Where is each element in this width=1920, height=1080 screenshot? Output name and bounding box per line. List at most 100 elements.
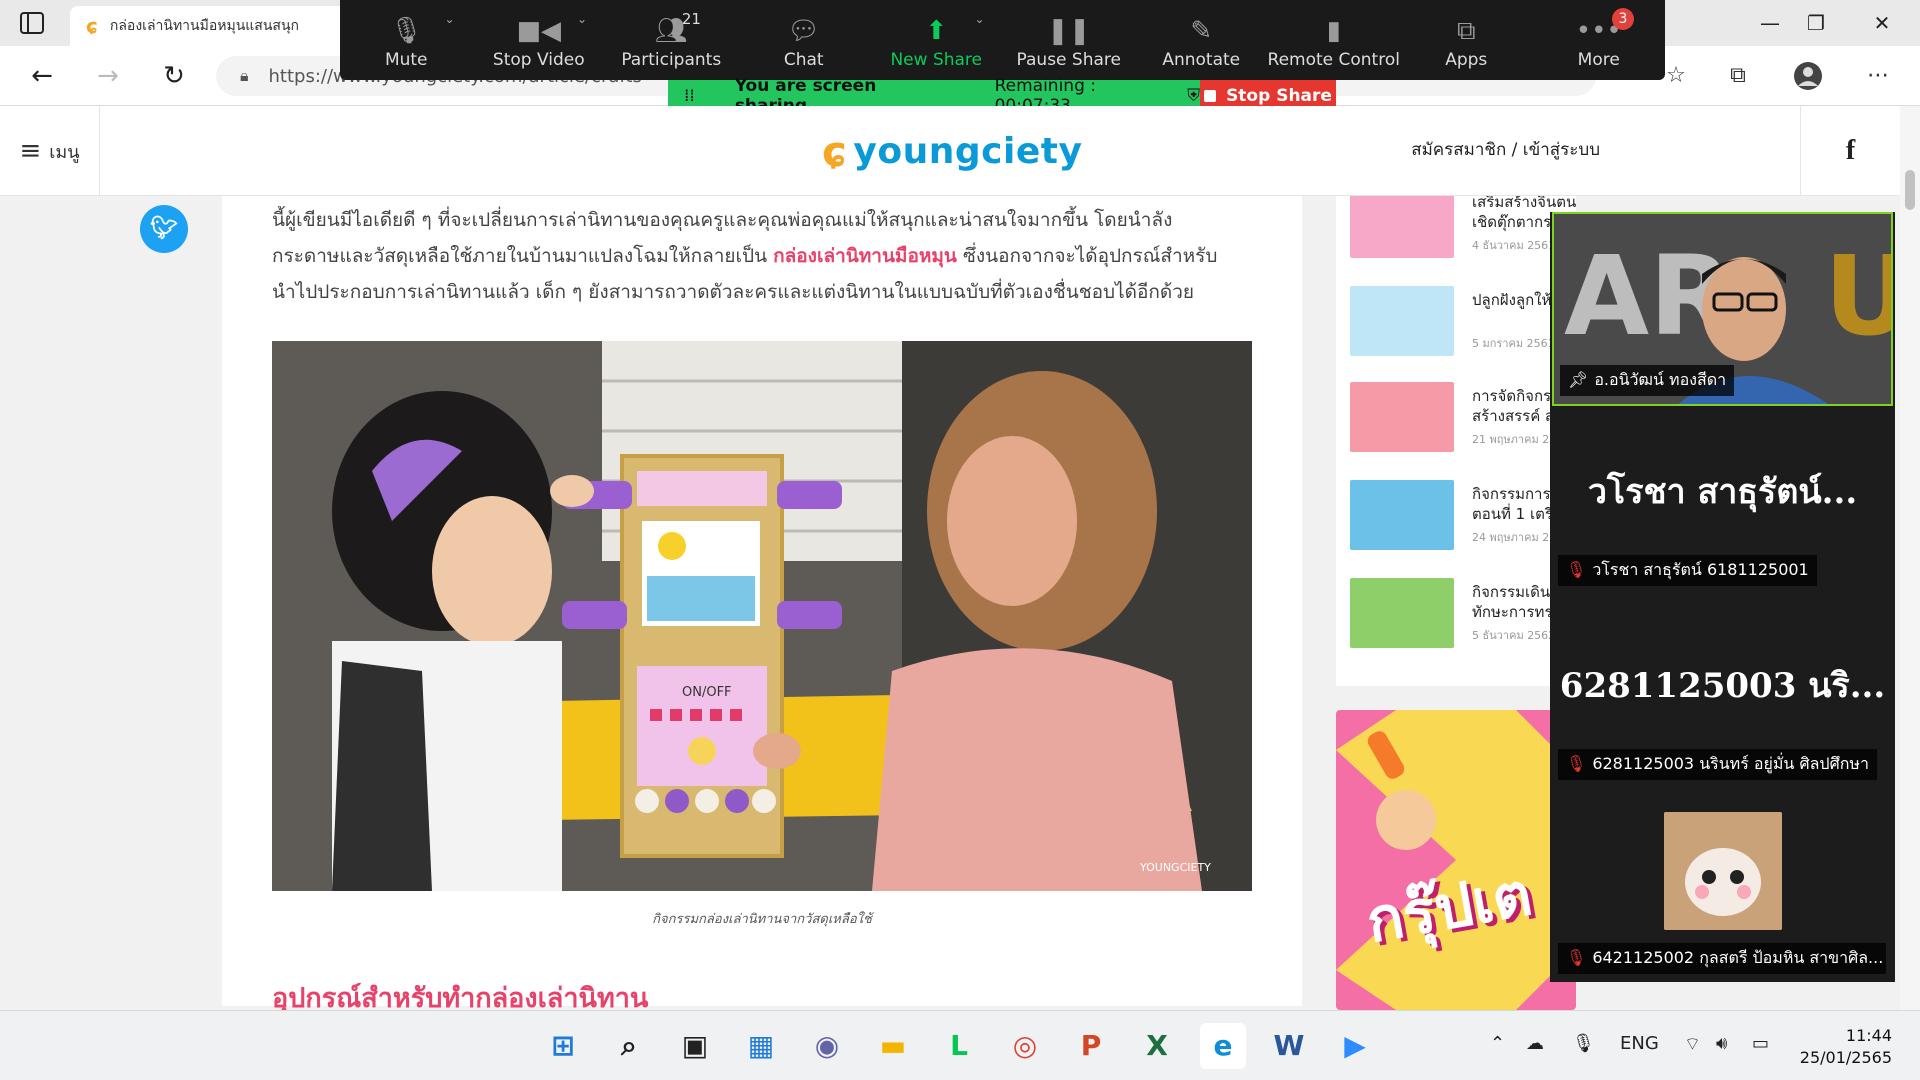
page-scrollbar[interactable] xyxy=(1900,106,1920,1010)
article-body: นี้ผู้เขียนมีไอเดียดี ๆ ที่จะเปลี่ยนการเ… xyxy=(222,196,1302,1014)
word-icon[interactable]: W xyxy=(1266,1023,1312,1069)
widgets-icon[interactable]: ▦ xyxy=(738,1023,784,1069)
chrome-icon[interactable]: ◎ xyxy=(1002,1023,1048,1069)
related-article-item[interactable]: การจัดกิจกร สร้างสรรค์ ส 21 พฤษภาคม 2 xyxy=(1350,382,1576,462)
scrollbar-thumb[interactable] xyxy=(1905,170,1915,210)
apps-button[interactable]: ⧉ Apps xyxy=(1400,0,1533,80)
restore-icon[interactable]: ❐ xyxy=(1796,8,1836,38)
stop-video-label: Stop Video xyxy=(492,50,585,70)
participant-nametag: 🎙︎ 6421125002 กุลสตรี ป้อมหิน สาขาศิล... xyxy=(1558,943,1886,974)
line-app-icon[interactable]: L xyxy=(936,1023,982,1069)
mute-button[interactable]: 🎙︎ Mute ⌄ xyxy=(340,0,473,80)
related-article-item[interactable]: เสริมสร้างจินตนาการ ด้วยหุ่นเชิดตุ๊กตากร… xyxy=(1350,196,1576,268)
menu-button[interactable]: ≡ เมนู xyxy=(0,106,100,196)
zoom-app-icon[interactable]: ▶ xyxy=(1332,1023,1378,1069)
language-indicator[interactable]: ENG xyxy=(1620,1033,1659,1054)
related-articles-list: เสริมสร้างจินตนาการ ด้วยหุ่นเชิดตุ๊กตากร… xyxy=(1336,196,1576,686)
annotate-label: Annotate xyxy=(1162,50,1241,70)
windows-start-icon[interactable]: ⊞ xyxy=(540,1023,586,1069)
close-icon[interactable]: ✕ xyxy=(1862,8,1902,38)
auth-links[interactable]: สมัครสมาชิก / เข้าสู่ระบบ xyxy=(1411,136,1600,163)
forward-arrow-icon[interactable]: → xyxy=(90,58,126,94)
facebook-icon[interactable]: f xyxy=(1800,106,1900,196)
stop-share-label: Stop Share xyxy=(1226,86,1332,106)
intro-highlight-link[interactable]: กล่องเล่านิทานมือหมุน xyxy=(773,245,957,267)
twitter-icon[interactable]: 🐦︎ xyxy=(140,205,188,253)
more-button[interactable]: ••• 3 More xyxy=(1533,0,1666,80)
more-menu-icon[interactable]: ⋯ xyxy=(1862,60,1894,92)
participant-nametag: 🎙︎ วโรชา สาธุรัตน์ 6181125001 xyxy=(1558,555,1817,586)
active-speaker-tile[interactable]: AR U 📌︎อ.อนิวัฒน์ ทองสีดา xyxy=(1552,212,1893,406)
back-arrow-icon[interactable]: ← xyxy=(24,58,60,94)
tab-actions-icon[interactable] xyxy=(18,10,46,36)
profile-avatar[interactable] xyxy=(1792,60,1824,92)
advertisement-banner[interactable]: กรุ๊ปเต xyxy=(1336,710,1576,1010)
collections-icon[interactable]: ⧉ xyxy=(1722,60,1754,92)
file-explorer-icon[interactable]: ▬ xyxy=(870,1023,916,1069)
participant-tile[interactable]: วโรชา สาธุรัตน์... 🎙︎ วโรชา สาธุรัตน์ 618… xyxy=(1552,406,1893,594)
zoom-meeting-toolbar: 🎙︎ Mute ⌄ ■◀ Stop Video ⌄ 👥︎ 21 Particip… xyxy=(340,0,1665,80)
related-article-thumbnail xyxy=(1350,480,1454,550)
browser-tab[interactable]: ɕ กล่องเล่านิทานมือหมุนแสนสนุก xyxy=(70,6,360,46)
participants-button[interactable]: 👥︎ 21 Participants xyxy=(605,0,738,80)
participant-avatar xyxy=(1664,812,1782,930)
notification-badge: 3 xyxy=(1612,8,1634,30)
image-watermark: YOUNGCIETY xyxy=(1139,861,1211,874)
pencil-icon: ✎ xyxy=(1190,16,1213,46)
minimize-icon[interactable]: — xyxy=(1750,8,1790,38)
article-hero-image: ON/OFF YOUNGCIETY xyxy=(272,341,1252,891)
powerpoint-icon[interactable]: P xyxy=(1068,1023,1114,1069)
battery-icon[interactable]: ▭ xyxy=(1752,1033,1769,1054)
task-view-icon[interactable]: ▣ xyxy=(672,1023,718,1069)
related-article-date: 21 พฤษภาคม 2 xyxy=(1472,433,1550,446)
chevron-down-icon[interactable]: ⌄ xyxy=(577,12,587,26)
related-article-item[interactable]: ปลูกฝังลูกให้ 5 มกราคม 2561 xyxy=(1350,286,1576,366)
cloud-icon[interactable]: ☁ xyxy=(1526,1033,1544,1054)
more-label: More xyxy=(1577,50,1620,70)
wifi-icon[interactable]: ⌔ xyxy=(1684,1033,1701,1056)
chevron-down-icon[interactable]: ⌄ xyxy=(444,12,454,26)
microphone-icon[interactable]: 🎙︎ xyxy=(1572,1033,1595,1054)
mute-label: Mute xyxy=(384,50,428,70)
participant-tile[interactable]: 🎙︎ 6421125002 กุลสตรี ป้อมหิน สาขาศิล... xyxy=(1552,794,1893,982)
logo-text: youngciety xyxy=(853,130,1083,172)
pause-share-label: Pause Share xyxy=(1016,50,1121,70)
pause-icon: ❚❚ xyxy=(1046,16,1091,46)
hamburger-icon: ≡ xyxy=(19,136,42,166)
stop-square-icon xyxy=(1204,90,1217,102)
intro-line: กระดาษและวัสดุเหลือใช้ภายในบ้านมาแปลงโฉม… xyxy=(272,238,1272,274)
participant-tile[interactable]: 6281125003 นริ... 🎙︎ 6281125003 นรินทร์ อ… xyxy=(1552,600,1893,788)
pause-share-button[interactable]: ❚❚ Pause Share xyxy=(1003,0,1136,80)
teams-chat-icon[interactable]: ◉ xyxy=(804,1023,850,1069)
participants-label: Participants xyxy=(621,50,722,70)
participant-name: 6421125002 กุลสตรี ป้อมหิน สาขาศิล... xyxy=(1592,948,1884,967)
stop-video-button[interactable]: ■◀ Stop Video ⌄ xyxy=(473,0,606,80)
apps-icon: ⧉ xyxy=(1456,16,1476,46)
speaker-icon[interactable]: 🔊︎ xyxy=(1716,1033,1727,1054)
site-logo[interactable]: ɕ youngciety xyxy=(822,126,1082,176)
chevron-up-icon[interactable]: ⌃ xyxy=(1490,1033,1505,1054)
remote-control-button[interactable]: ▮ Remote Control xyxy=(1268,0,1401,80)
new-share-button[interactable]: ⬆ New Share ⌄ xyxy=(870,0,1003,80)
system-clock[interactable]: 11:44 25/01/2565 xyxy=(1800,1025,1892,1069)
excel-icon[interactable]: X xyxy=(1134,1023,1180,1069)
related-article-item[interactable]: กิจกรรมเดิน ทักษะการทร 5 ธันวาคม 2562 xyxy=(1350,578,1576,658)
chevron-down-icon[interactable]: ⌄ xyxy=(974,12,984,26)
zoom-video-panel: AR U 📌︎อ.อนิวัฒน์ ทองสีดา วโรชา สาธุรัตน… xyxy=(1550,212,1895,982)
chat-bubble-icon: 💬︎ xyxy=(787,16,821,46)
remote-control-label: Remote Control xyxy=(1267,50,1400,70)
svg-text:U: U xyxy=(1824,232,1893,360)
annotate-button[interactable]: ✎ Annotate xyxy=(1135,0,1268,80)
chat-button[interactable]: 💬︎ Chat xyxy=(738,0,871,80)
refresh-icon[interactable]: ↻ xyxy=(156,58,192,94)
participant-name: อ.อนิวัฒน์ ทองสีดา xyxy=(1594,370,1727,389)
lock-icon: 🔒︎ xyxy=(240,66,249,85)
related-article-item[interactable]: กิจกรรมการ ตอนที่ 1 เตรี 24 พฤษภาคม 2 xyxy=(1350,480,1576,560)
edge-icon[interactable]: e xyxy=(1200,1023,1246,1069)
video-camera-icon: ■◀ xyxy=(516,16,562,46)
grip-icon[interactable]: ⁞⁞ xyxy=(684,86,695,106)
apps-label: Apps xyxy=(1445,50,1488,70)
image-caption: กิจกรรมกล่องเล่านิทานจากวัสดุเหลือใช้ xyxy=(652,912,872,927)
muted-mic-icon: 🎙︎ xyxy=(1566,948,1587,967)
search-icon[interactable]: ⌕ xyxy=(606,1023,652,1069)
